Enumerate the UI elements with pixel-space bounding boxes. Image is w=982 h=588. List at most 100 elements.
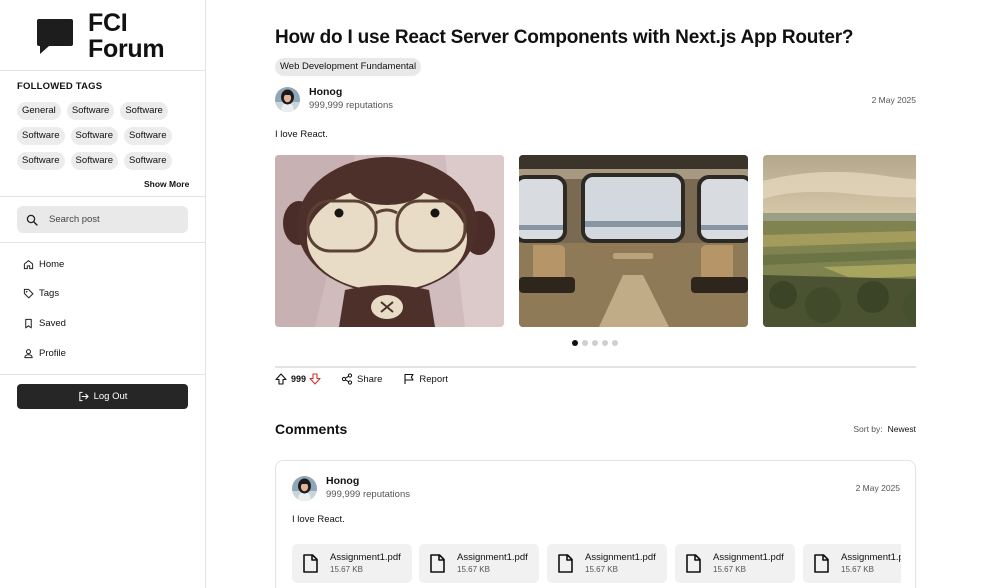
- nav-item-tags[interactable]: Tags: [23, 287, 66, 301]
- attachment-item[interactable]: Assignment1.pdf 15.67 KB: [419, 544, 539, 583]
- carousel-dots: [572, 340, 618, 346]
- comment-card: Honog 999,999 reputations 2 May 2025 I l…: [275, 460, 916, 588]
- carousel-dot[interactable]: [582, 340, 588, 346]
- carousel-dot[interactable]: [602, 340, 608, 346]
- tag-icon: [23, 289, 34, 299]
- attachment-size: 15.67 KB: [585, 565, 618, 574]
- file-icon: [430, 554, 445, 573]
- post-tag-chip[interactable]: Web Development Fundamental: [275, 58, 422, 76]
- share-icon: [341, 373, 353, 385]
- author-reputation: 999,999 reputations: [326, 489, 410, 500]
- tag-chip[interactable]: Software: [70, 127, 118, 145]
- post-actions: 999 Share Report: [275, 372, 448, 386]
- post-date: 2 May 2025: [871, 95, 916, 105]
- brand-line-2: Forum: [88, 35, 165, 63]
- sort-control[interactable]: Sort by: Newest: [853, 424, 916, 434]
- comment-author[interactable]: Honog 999,999 reputations: [292, 475, 410, 502]
- file-icon: [303, 554, 318, 573]
- tag-chip[interactable]: General: [17, 102, 61, 120]
- nav-item-saved[interactable]: Saved: [23, 317, 66, 331]
- report-label: Report: [419, 373, 448, 385]
- brand-line-1: FCI: [88, 9, 128, 37]
- divider: [0, 70, 205, 71]
- bookmark-icon: [25, 318, 32, 329]
- sidebar: FCI Forum FOLLOWED TAGS General Software…: [0, 0, 206, 588]
- avatar-image: [292, 476, 317, 501]
- logout-label: Log Out: [93, 391, 128, 402]
- brand-logo[interactable]: FCI Forum: [36, 9, 165, 63]
- plush-toy-photo: [275, 155, 504, 327]
- tag-chip[interactable]: Software: [70, 152, 118, 170]
- logout-icon: [78, 391, 89, 402]
- carousel-image[interactable]: [275, 155, 504, 327]
- nav-item-profile[interactable]: Profile: [23, 346, 66, 360]
- home-icon: [23, 259, 34, 269]
- post-body: I love React.: [275, 129, 328, 140]
- tag-chip[interactable]: Software: [124, 152, 172, 170]
- tag-chip[interactable]: Software: [124, 127, 172, 145]
- file-icon: [558, 554, 573, 573]
- tag-chip[interactable]: Software: [17, 127, 65, 145]
- attachment-item[interactable]: Assignment1.pdf 15.67 KB: [675, 544, 795, 583]
- attachment-name: Assignment1.pdf: [585, 552, 656, 563]
- attachment-item[interactable]: Assignment1.pdf 15.67 KB: [292, 544, 412, 583]
- divider: [0, 196, 205, 197]
- attachment-size: 15.67 KB: [330, 565, 363, 574]
- main-nav: Home Tags Saved Profile: [23, 257, 66, 376]
- brand-name: FCI Forum: [88, 9, 165, 63]
- image-carousel[interactable]: [275, 155, 916, 327]
- file-icon: [686, 554, 701, 573]
- report-button[interactable]: Report: [403, 373, 448, 385]
- tag-chip[interactable]: Software: [66, 102, 115, 120]
- landscape-photo: [763, 155, 916, 327]
- author-name[interactable]: Honog: [326, 475, 410, 488]
- nav-item-home[interactable]: Home: [23, 257, 66, 271]
- author-name[interactable]: Honog: [309, 86, 393, 99]
- tag-chip[interactable]: Software: [120, 102, 168, 120]
- carousel-image[interactable]: [763, 155, 916, 327]
- share-label: Share: [357, 373, 383, 385]
- attachment-item[interactable]: Assignment1.pdf 15.67 KB: [803, 544, 901, 583]
- attachment-item[interactable]: Assignment1.pdf 15.67 KB: [547, 544, 667, 583]
- share-button[interactable]: Share: [341, 373, 382, 385]
- author-reputation: 999,999 reputations: [309, 100, 393, 111]
- upvote-arrow-icon[interactable]: [275, 373, 287, 385]
- train-interior-photo: [519, 155, 748, 327]
- divider: [275, 366, 916, 368]
- comments-title: Comments: [275, 421, 348, 437]
- post-title: How do I use React Server Components wit…: [275, 27, 854, 48]
- carousel-dot[interactable]: [572, 340, 578, 346]
- attachment-list: Assignment1.pdf 15.67 KB Assignment1.pdf 1…: [292, 544, 901, 584]
- search-box[interactable]: [17, 206, 188, 233]
- attachment-size: 15.67 KB: [713, 565, 746, 574]
- downvote-arrow-icon[interactable]: [309, 373, 321, 385]
- logout-button[interactable]: Log Out: [17, 384, 188, 409]
- tag-row: Software Software Software: [17, 152, 187, 170]
- carousel-dot[interactable]: [592, 340, 598, 346]
- file-icon: [814, 554, 829, 573]
- followed-tags-list: General Software Software Software Softw…: [17, 102, 187, 177]
- post-author[interactable]: Honog 999,999 reputations: [275, 86, 393, 113]
- carousel-image[interactable]: [519, 155, 748, 327]
- search-icon: [26, 214, 38, 226]
- search-input[interactable]: [49, 214, 179, 225]
- avatar[interactable]: [292, 476, 317, 501]
- nav-label: Home: [39, 258, 65, 270]
- followed-tags-title: FOLLOWED TAGS: [17, 81, 103, 92]
- tag-row: Software Software Software: [17, 127, 187, 145]
- sort-value[interactable]: Newest: [888, 424, 916, 434]
- carousel-dot[interactable]: [612, 340, 618, 346]
- divider: [0, 242, 205, 243]
- nav-label: Saved: [39, 318, 66, 330]
- vote-count: 999: [291, 374, 307, 384]
- avatar-image: [275, 87, 300, 112]
- show-more-link[interactable]: Show More: [144, 179, 189, 189]
- avatar[interactable]: [275, 87, 300, 112]
- attachment-name: Assignment1.pdf: [841, 552, 901, 563]
- attachment-name: Assignment1.pdf: [330, 552, 401, 563]
- nav-label: Profile: [39, 347, 66, 359]
- user-icon: [24, 349, 33, 359]
- chat-bubble-icon: [37, 19, 73, 54]
- tag-row: General Software Software: [17, 102, 187, 120]
- tag-chip[interactable]: Software: [17, 152, 65, 170]
